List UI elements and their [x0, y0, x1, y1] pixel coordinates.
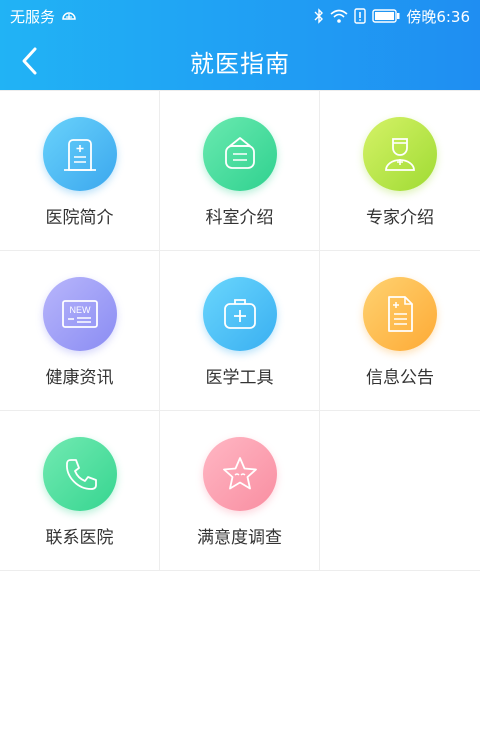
health-news-icon-badge: NEW	[42, 277, 117, 351]
status-bar: 无服务 傍晚6:36	[0, 0, 480, 32]
menu-item-label: 医院简介	[45, 208, 114, 228]
department-sign-icon	[224, 137, 255, 169]
medical-tools-icon-badge	[202, 277, 277, 351]
notices-icon-badge	[363, 277, 437, 351]
departments-icon-badge	[202, 117, 277, 191]
menu-item-medical-tools[interactable]: 医学工具	[160, 251, 320, 411]
title-bar: 就医指南	[0, 32, 480, 90]
wifi-icon	[330, 9, 348, 23]
menu-item-contact-hospital[interactable]: 联系医院	[0, 411, 160, 571]
menu-item-label: 信息公告	[366, 368, 434, 388]
menu-item-hospital-intro[interactable]: 医院简介	[0, 91, 160, 251]
header: 无服务 傍晚6:36 就医指南	[0, 0, 480, 90]
sim-alert-icon	[354, 8, 367, 24]
menu-item-satisfaction-survey[interactable]: 满意度调查	[160, 411, 320, 571]
menu-item-label: 科室介绍	[205, 208, 274, 228]
menu-item-label: 专家介绍	[366, 208, 434, 228]
page-title: 就医指南	[190, 49, 290, 78]
empty-grid-cell	[320, 411, 480, 571]
hospital-intro-icon-badge	[42, 117, 117, 191]
bluetooth-icon	[314, 8, 324, 24]
menu-item-notices[interactable]: 信息公告	[320, 251, 480, 411]
svg-text:NEW: NEW	[69, 305, 91, 315]
clock-text: 傍晚6:36	[406, 7, 470, 26]
satisfaction-survey-icon-badge	[202, 437, 277, 511]
medical-kit-icon	[223, 299, 256, 329]
doctor-icon	[385, 138, 415, 171]
menu-item-label: 健康资讯	[45, 368, 114, 388]
hospital-document-icon	[63, 139, 96, 171]
menu-item-departments[interactable]: 科室介绍	[160, 91, 320, 251]
carrier-text: 无服务	[10, 7, 56, 26]
news-icon: NEW	[61, 300, 98, 328]
chevron-left-icon	[22, 47, 37, 75]
star-icon	[222, 457, 257, 490]
menu-item-label: 满意度调查	[197, 528, 282, 548]
experts-icon-badge	[363, 117, 437, 191]
menu-item-label: 医学工具	[205, 368, 274, 388]
menu-grid: 医院简介 科室介绍 专家介绍 NEW 健康资讯 医学工具 信息公告 联系医院 满…	[0, 90, 480, 571]
back-button[interactable]	[8, 39, 52, 83]
phone-icon	[65, 459, 97, 490]
contact-hospital-icon-badge	[42, 437, 117, 511]
notice-document-icon	[388, 296, 413, 332]
menu-item-experts[interactable]: 专家介绍	[320, 91, 480, 251]
data-saver-icon	[61, 9, 77, 23]
battery-icon	[372, 9, 400, 23]
menu-item-label: 联系医院	[45, 528, 114, 548]
menu-item-health-news[interactable]: NEW 健康资讯	[0, 251, 160, 411]
